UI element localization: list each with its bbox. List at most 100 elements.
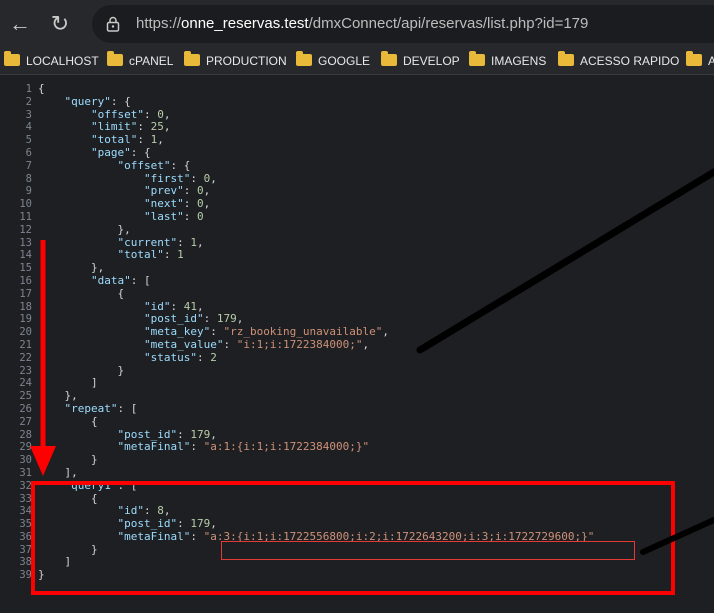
bookmark-label: DEVELOP — [403, 54, 460, 68]
json-value: 0 — [196, 209, 204, 223]
line-number: 25 — [19, 390, 32, 403]
json-value: 2 — [210, 350, 217, 364]
line-number: 28 — [19, 428, 32, 441]
json-value: 1 — [177, 248, 184, 262]
json-key: "repeat" — [64, 401, 118, 415]
line-number: 12 — [19, 223, 32, 236]
folder-icon — [296, 51, 312, 66]
bookmark-develop[interactable]: DEVELOP — [381, 51, 460, 70]
json-key: "status" — [143, 350, 197, 364]
code-line: { — [117, 286, 125, 300]
line-number: 32 — [19, 479, 32, 492]
json-key: "first" — [143, 171, 191, 185]
json-key: "id" — [143, 299, 171, 313]
folder-icon — [381, 51, 397, 66]
line-number: 16 — [19, 274, 32, 287]
line-number: 5 — [25, 134, 32, 147]
folder-icon — [107, 51, 123, 66]
bookmark-acesso-rapido[interactable]: ACESSO RAPIDO — [558, 51, 680, 70]
json-value: 179 — [216, 312, 237, 326]
json-key: "current" — [117, 235, 178, 249]
line-number: 9 — [25, 185, 32, 198]
bookmark-overflow[interactable]: A — [686, 51, 714, 70]
bookmark-imagens[interactable]: IMAGENS — [469, 51, 547, 70]
bookmark-label: ACESSO RAPIDO — [580, 54, 680, 68]
bookmark-label: IMAGENS — [491, 54, 547, 68]
json-key: "metaFinal" — [117, 440, 191, 454]
line-number: 13 — [19, 236, 32, 249]
code-line: { — [38, 82, 45, 95]
code-line: "status": 2 — [143, 350, 217, 364]
folder-icon — [4, 51, 20, 66]
code-line: "metaFinal": "a:1:{i:1;i:1722384000;}" — [117, 440, 370, 454]
bookmark-label: LOCALHOST — [26, 54, 99, 68]
line-number: 3 — [25, 108, 32, 121]
code-line: "data": [ — [90, 273, 151, 287]
code-line: "repeat": [ — [64, 401, 138, 415]
code-line: }, — [64, 389, 78, 403]
json-value: 41 — [183, 299, 197, 313]
code-line: "meta_value": "i:1;i:1722384000;", — [143, 337, 370, 351]
bookmark-google[interactable]: GOOGLE — [296, 51, 370, 70]
json-key: "total" — [90, 133, 138, 147]
url-host: onne_reservas.test — [181, 15, 309, 32]
json-key: "meta_key" — [143, 325, 211, 339]
line-number: 15 — [19, 262, 32, 275]
line-number: 29 — [19, 441, 32, 454]
line-number: 26 — [19, 402, 32, 415]
bookmark-localhost[interactable]: LOCALHOST — [4, 51, 99, 70]
line-number: 22 — [19, 351, 32, 364]
json-key: "last" — [143, 209, 184, 223]
lock-icon — [106, 16, 120, 32]
line-number: 37 — [19, 543, 32, 556]
json-viewer: 1 2 3 4 5 6 7 8 9 10 11 12 13 14 15 16 17 18 19 20 21 22 23 24 2… — [0, 75, 714, 613]
line-number: 4 — [25, 121, 32, 134]
line-number: 8 — [25, 172, 32, 185]
bookmark-cpanel[interactable]: cPANEL — [107, 51, 174, 70]
json-key: "post_id" — [117, 427, 178, 441]
line-number: 20 — [19, 326, 32, 339]
line-number: 18 — [19, 300, 32, 313]
browser-toolbar: ← ↻ https://onne_reservas.test/dmxConnec… — [0, 0, 714, 48]
json-key: "page" — [90, 145, 131, 159]
reload-icon[interactable]: ↻ — [42, 6, 78, 42]
bookmark-production[interactable]: PRODUCTION — [184, 51, 287, 70]
bookmarks-bar: LOCALHOST cPANEL PRODUCTION GOOGLE DEVEL… — [0, 48, 714, 75]
bookmark-label: A — [708, 54, 714, 68]
folder-icon — [686, 51, 702, 66]
json-key: "data" — [90, 273, 131, 287]
json-key: "offset" — [90, 107, 144, 121]
url-scheme: https:// — [136, 15, 182, 32]
line-number: 36 — [19, 530, 32, 543]
bookmark-label: PRODUCTION — [206, 54, 287, 68]
json-key: "limit" — [90, 120, 138, 134]
code-line: } — [90, 453, 98, 467]
json-value: 1 — [190, 235, 197, 249]
back-arrow-icon[interactable]: ← — [2, 6, 38, 42]
url-path: /dmxConnect/api/reservas/list.php?id=179 — [308, 15, 589, 32]
json-key: "offset" — [117, 158, 171, 172]
line-number: 23 — [19, 364, 32, 377]
folder-icon — [469, 51, 485, 66]
code-line: } — [117, 363, 125, 377]
line-number: 34 — [19, 505, 32, 518]
json-key: "next" — [143, 197, 184, 211]
json-value: "i:1;i:1722384000;" — [236, 337, 363, 351]
bookmark-label: cPANEL — [129, 54, 174, 68]
json-value: 0 — [196, 184, 204, 198]
line-number: 7 — [25, 159, 32, 172]
line-number: 30 — [19, 454, 32, 467]
code-line: "offset": { — [117, 158, 191, 172]
folder-icon — [558, 51, 574, 66]
json-key: "query" — [64, 94, 111, 108]
address-bar[interactable]: https://onne_reservas.test/dmxConnect/ap… — [92, 5, 714, 43]
line-number: 39 — [19, 569, 32, 582]
json-key: "meta_value" — [143, 337, 224, 351]
json-key: "total" — [117, 248, 164, 262]
json-value: 25 — [150, 120, 164, 134]
code-line: "last": 0 — [143, 209, 204, 223]
json-value: "rz_booking_unavailable" — [223, 325, 383, 339]
line-number: 1 — [25, 83, 32, 95]
folder-icon — [184, 51, 200, 66]
code-line: "total": 1 — [117, 248, 184, 262]
